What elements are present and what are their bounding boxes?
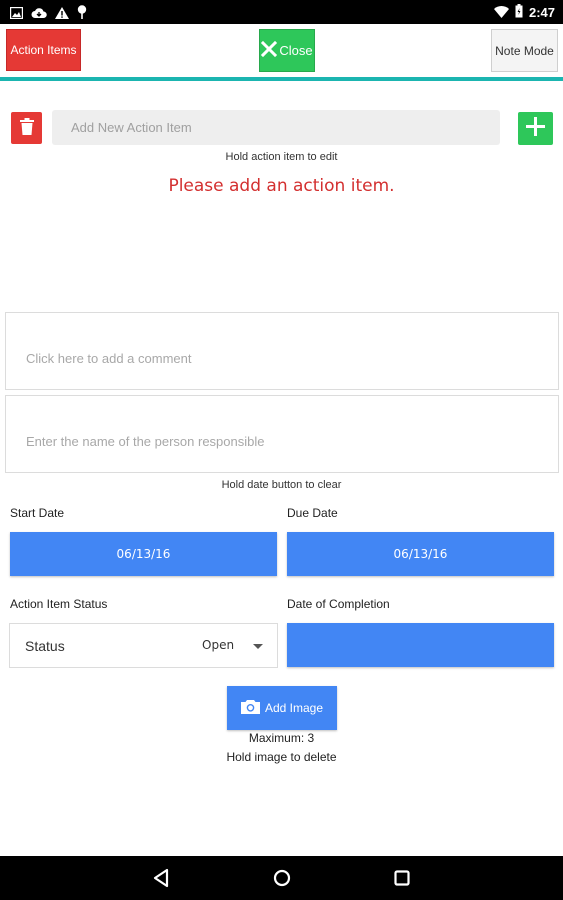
image-delete-hint: Hold image to delete bbox=[226, 750, 337, 764]
status-field-label: Status bbox=[25, 638, 65, 654]
battery-icon bbox=[515, 3, 523, 22]
action-items-button[interactable]: Action Items bbox=[6, 29, 81, 71]
close-label: Close bbox=[279, 43, 313, 58]
back-icon[interactable] bbox=[152, 868, 170, 892]
due-date-label: Due Date bbox=[287, 506, 338, 520]
plus-icon bbox=[526, 117, 545, 140]
camera-icon bbox=[240, 699, 260, 717]
status-section-label: Action Item Status bbox=[10, 597, 108, 611]
completion-date-button[interactable] bbox=[287, 623, 554, 667]
close-button[interactable]: Close bbox=[259, 29, 315, 72]
status-selected-value: Open bbox=[202, 638, 235, 652]
date-hint: Hold date button to clear bbox=[221, 479, 342, 491]
home-icon[interactable] bbox=[273, 869, 291, 891]
toolbar-divider bbox=[0, 77, 563, 81]
responsible-box bbox=[5, 395, 559, 473]
comment-box bbox=[5, 312, 559, 390]
close-icon bbox=[261, 40, 278, 60]
new-action-item-input[interactable] bbox=[52, 110, 500, 145]
clock: 2:47 bbox=[528, 5, 555, 20]
add-image-label: Add Image bbox=[264, 701, 324, 715]
warning-icon bbox=[55, 4, 69, 23]
wifi-icon bbox=[493, 3, 509, 22]
start-date-button[interactable]: 06/13/16 bbox=[10, 532, 277, 576]
pin-icon bbox=[77, 4, 87, 23]
add-image-button[interactable]: Add Image bbox=[227, 686, 337, 730]
action-items-screen: Action Items Close Note Mode Hold action… bbox=[0, 24, 563, 856]
status-dropdown[interactable]: Status Open bbox=[9, 623, 278, 668]
comment-input[interactable] bbox=[26, 351, 536, 375]
recent-apps-icon[interactable] bbox=[394, 870, 410, 890]
status-notifications bbox=[9, 4, 87, 23]
completion-date-label: Date of Completion bbox=[287, 597, 390, 611]
cloud-icon bbox=[31, 4, 47, 23]
edit-hint: Hold action item to edit bbox=[225, 151, 338, 163]
image-icon bbox=[9, 4, 24, 23]
responsible-person-input[interactable] bbox=[26, 434, 536, 458]
due-date-button[interactable]: 06/13/16 bbox=[287, 532, 554, 576]
dropdown-arrow-icon bbox=[253, 644, 263, 649]
note-mode-button[interactable]: Note Mode bbox=[491, 29, 558, 72]
trash-icon bbox=[19, 117, 34, 139]
image-maximum-text: Maximum: 3 bbox=[248, 731, 315, 745]
empty-list-message: Please add an action item. bbox=[168, 176, 395, 196]
status-bar: 2:47 bbox=[0, 0, 563, 24]
status-system: 2:47 bbox=[493, 3, 555, 22]
add-action-item-button[interactable] bbox=[518, 112, 553, 145]
delete-button[interactable] bbox=[11, 112, 42, 144]
toolbar: Action Items Close Note Mode bbox=[0, 24, 563, 81]
start-date-label: Start Date bbox=[10, 506, 65, 520]
navigation-bar bbox=[0, 856, 563, 900]
